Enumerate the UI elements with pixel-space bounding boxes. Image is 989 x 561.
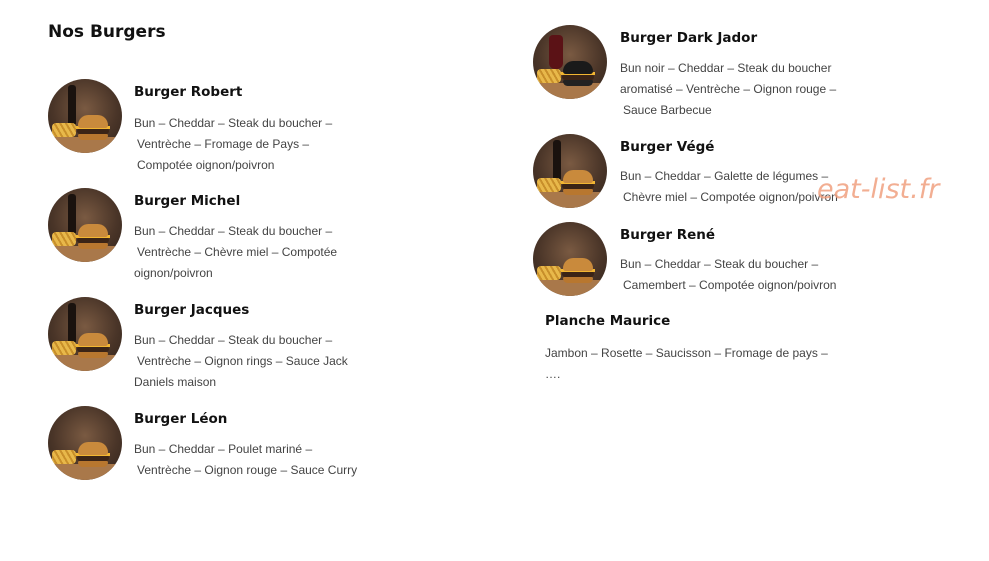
burger-photo: [48, 297, 122, 371]
burger-photo: [48, 188, 122, 262]
burger-photo: [533, 222, 607, 296]
item-name: Burger Robert: [134, 84, 243, 100]
burger-photo: [48, 406, 122, 480]
burger-photo: [533, 25, 607, 99]
item-description: Bun – Cheddar – Poulet mariné – Ventrèch…: [134, 442, 358, 477]
burger-photo: [533, 134, 607, 208]
item-name: Burger Dark Jador: [620, 30, 758, 46]
item-name: Burger Léon: [134, 411, 228, 427]
burger-photo: [48, 79, 122, 153]
item-name: Burger René: [620, 227, 716, 243]
item-description: Bun – Cheddar – Steak du boucher – Ventr…: [134, 333, 348, 389]
item-name: Planche Maurice: [545, 313, 671, 329]
item-description: Bun noir – Cheddar – Steak du boucher ar…: [620, 61, 837, 117]
watermark: eat-list.fr: [817, 174, 940, 205]
item-description: Bun – Cheddar – Steak du boucher – Ventr…: [134, 224, 338, 280]
item-description: Jambon – Rosette – Saucisson – Fromage d…: [545, 346, 828, 381]
item-description: Bun – Cheddar – Steak du boucher – Camem…: [620, 257, 837, 292]
item-name: Burger Végé: [620, 139, 715, 155]
item-name: Burger Jacques: [134, 302, 250, 318]
item-description: Bun – Cheddar – Steak du boucher – Ventr…: [134, 116, 333, 172]
item-name: Burger Michel: [134, 193, 241, 209]
section-title: Nos Burgers: [48, 22, 166, 42]
